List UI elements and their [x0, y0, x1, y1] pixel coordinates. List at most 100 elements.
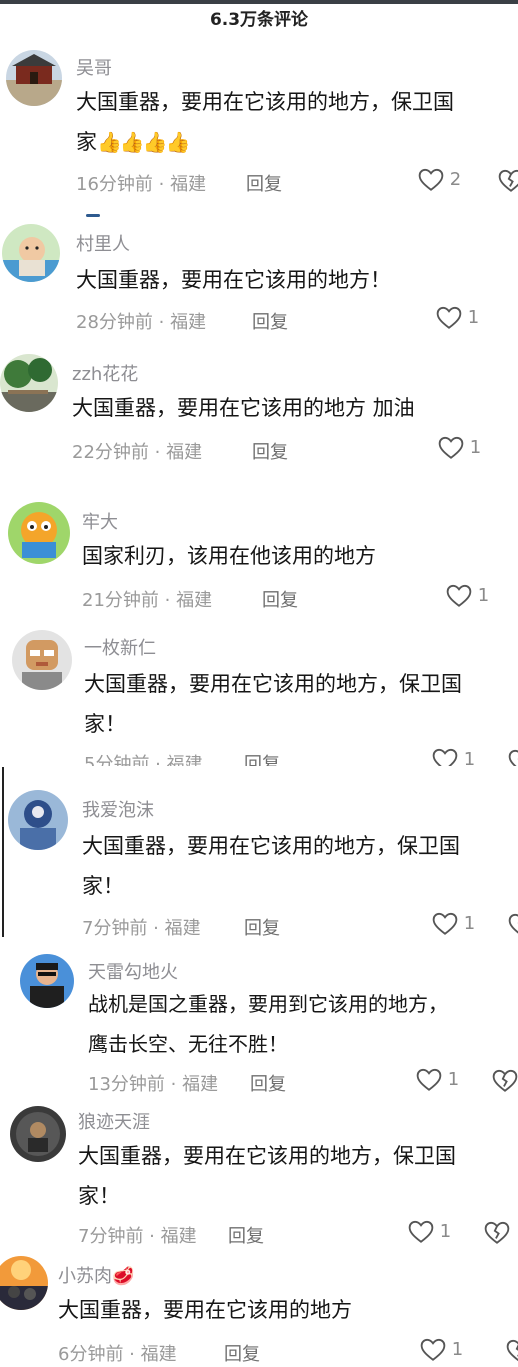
heart-outline-icon — [418, 168, 444, 191]
username[interactable]: 吴哥 — [76, 54, 112, 80]
comment-line: 国家利刃，该用在他该用的地方 — [82, 544, 376, 568]
heart-outline-icon — [446, 584, 472, 607]
comment-line: 大国重器，要用在它该用的地方，保卫国 — [84, 672, 462, 696]
like-count: 1 — [469, 437, 482, 458]
comment-time: 7分钟前 · 福建 — [78, 1226, 197, 1247]
comment-line: 家👍👍👍👍 — [76, 130, 191, 154]
comment-item: 狼迹天涯 大国重器，要用在它该用的地方，保卫国 家！ 7分钟前 · 福建 回复 … — [0, 1102, 518, 1252]
comments-header: 6.3万条评论 — [0, 4, 518, 38]
reply-button[interactable]: 回复 — [228, 1222, 264, 1248]
like-button[interactable]: 2 — [418, 168, 461, 192]
reply-button[interactable]: 回复 — [252, 308, 288, 334]
comment-item: 牢大 国家利刃，该用在他该用的地方 21分钟前 · 福建 回复 1 — [0, 500, 518, 622]
comment-text: 国家利刃，该用在他该用的地方 — [82, 536, 512, 576]
dislike-button[interactable] — [508, 913, 518, 937]
comment-line: 大国重器，要用在它该用的地方 — [58, 1298, 352, 1322]
username[interactable]: 天雷勾地火 — [88, 958, 178, 984]
heart-outline-icon — [438, 436, 464, 459]
comment-time: 5分钟前 · 福建 — [84, 754, 203, 766]
avatar[interactable] — [8, 790, 68, 850]
comment-item: 吴哥 大国重器，要用在它该用的地方，保卫国 家👍👍👍👍 16分钟前 · 福建 回… — [0, 44, 518, 204]
comment-time: 7分钟前 · 福建 — [82, 918, 201, 939]
reply-button[interactable]: 回复 — [246, 170, 282, 196]
thumbs-up-emoji: 👍👍👍👍 — [97, 130, 191, 154]
comment-text: 大国重器，要用在它该用的地方 — [58, 1290, 512, 1330]
comment-count-title: 6.3万条评论 — [209, 10, 309, 30]
comment-time: 16分钟前 · 福建 — [76, 174, 207, 195]
username[interactable]: 一枚新仁 — [84, 634, 156, 660]
avatar[interactable] — [0, 1256, 48, 1310]
username[interactable]: 牢大 — [82, 508, 118, 534]
username[interactable]: 狼迹天涯 — [78, 1108, 150, 1134]
comment-line: 大国重器，要用在它该用的地方，保卫国 — [78, 1144, 456, 1168]
heart-broken-outline-icon — [484, 1221, 510, 1244]
comment-line: 鹰击长空、无往不胜！ — [88, 1032, 288, 1056]
avatar[interactable] — [8, 502, 70, 564]
comment-item: 天雷勾地火 战机是国之重器，要用到它该用的地方， 鹰击长空、无往不胜！ 13分钟… — [0, 952, 518, 1100]
comment-time: 22分钟前 · 福建 — [72, 442, 203, 463]
username[interactable]: 小苏肉🥩 — [58, 1262, 134, 1288]
like-count: 1 — [451, 1339, 464, 1360]
like-count: 1 — [463, 913, 476, 934]
avatar[interactable] — [10, 1106, 66, 1162]
like-button[interactable]: 1 — [408, 1220, 451, 1244]
heart-broken-outline-icon — [508, 913, 518, 934]
like-count: 1 — [467, 307, 480, 328]
like-count: 1 — [447, 1069, 460, 1090]
comment-text: 大国重器，要用在它该用的地方，保卫国 家👍👍👍👍 — [76, 82, 512, 162]
reply-button[interactable]: 回复 — [262, 586, 298, 612]
comment-line: 家！ — [84, 712, 126, 736]
meat-emoji: 🥩 — [112, 1266, 135, 1287]
avatar[interactable] — [20, 954, 74, 1008]
username[interactable]: 村里人 — [76, 230, 130, 256]
like-button[interactable]: 1 — [432, 748, 475, 766]
like-button[interactable]: 1 — [432, 912, 475, 936]
comment-text: 大国重器，要用在它该用的地方 加油 — [72, 388, 512, 428]
avatar[interactable] — [12, 630, 72, 690]
heart-outline-icon — [432, 748, 458, 766]
heart-broken-outline-icon — [508, 749, 518, 766]
comment-item: 我爱泡沫 大国重器，要用在它该用的地方，保卫国 家！ 7分钟前 · 福建 回复 … — [0, 788, 518, 948]
dislike-button[interactable] — [508, 749, 518, 766]
comment-time: 28分钟前 · 福建 — [76, 312, 207, 333]
comment-line: 大国重器，要用在它该用的地方！ — [76, 268, 391, 292]
comment-text: 大国重器，要用在它该用的地方，保卫国 家！ — [82, 826, 512, 906]
like-button[interactable]: 1 — [420, 1338, 463, 1362]
comment-text: 大国重器，要用在它该用的地方，保卫国 家！ — [78, 1136, 512, 1216]
username[interactable]: zzh花花 — [72, 360, 138, 386]
like-button[interactable]: 1 — [438, 436, 481, 460]
heart-outline-icon — [416, 1068, 442, 1091]
avatar[interactable] — [2, 224, 60, 282]
heart-outline-icon — [420, 1338, 446, 1361]
dislike-button[interactable] — [484, 1221, 510, 1245]
heart-outline-icon — [408, 1220, 434, 1243]
avatar[interactable] — [6, 50, 62, 106]
comment-line: 大国重器，要用在它该用的地方 加油 — [72, 396, 415, 420]
reply-button[interactable]: 回复 — [250, 1070, 286, 1096]
divider-mark — [86, 214, 100, 217]
like-button[interactable]: 1 — [446, 584, 489, 608]
comment-line: 家！ — [78, 1184, 120, 1208]
like-button[interactable]: 1 — [416, 1068, 459, 1092]
comment-time: 13分钟前 · 福建 — [88, 1074, 219, 1095]
username[interactable]: 我爱泡沫 — [82, 796, 154, 822]
like-count: 1 — [477, 585, 490, 606]
reply-button[interactable]: 回复 — [244, 750, 280, 766]
comment-item: 小苏肉🥩 大国重器，要用在它该用的地方 6分钟前 · 福建 回复 1 — [0, 1254, 518, 1367]
comment-line: 大国重器，要用在它该用的地方，保卫国 — [82, 834, 460, 858]
like-button[interactable]: 1 — [436, 306, 479, 330]
like-count: 2 — [449, 169, 462, 190]
reply-button[interactable]: 回复 — [224, 1340, 260, 1366]
dislike-button[interactable] — [498, 169, 518, 193]
reply-button[interactable]: 回复 — [244, 914, 280, 940]
comment-text: 大国重器，要用在它该用的地方，保卫国 家！ — [84, 664, 512, 744]
reply-button[interactable]: 回复 — [252, 438, 288, 464]
dislike-button[interactable] — [506, 1339, 518, 1363]
comment-line: 家！ — [82, 874, 124, 898]
avatar[interactable] — [0, 354, 58, 412]
dislike-button[interactable] — [492, 1069, 518, 1093]
like-count: 1 — [439, 1221, 452, 1242]
comment-time: 21分钟前 · 福建 — [82, 590, 213, 611]
comment-text: 大国重器，要用在它该用的地方！ — [76, 260, 512, 300]
comment-line: 大国重器，要用在它该用的地方，保卫国 — [76, 90, 454, 114]
